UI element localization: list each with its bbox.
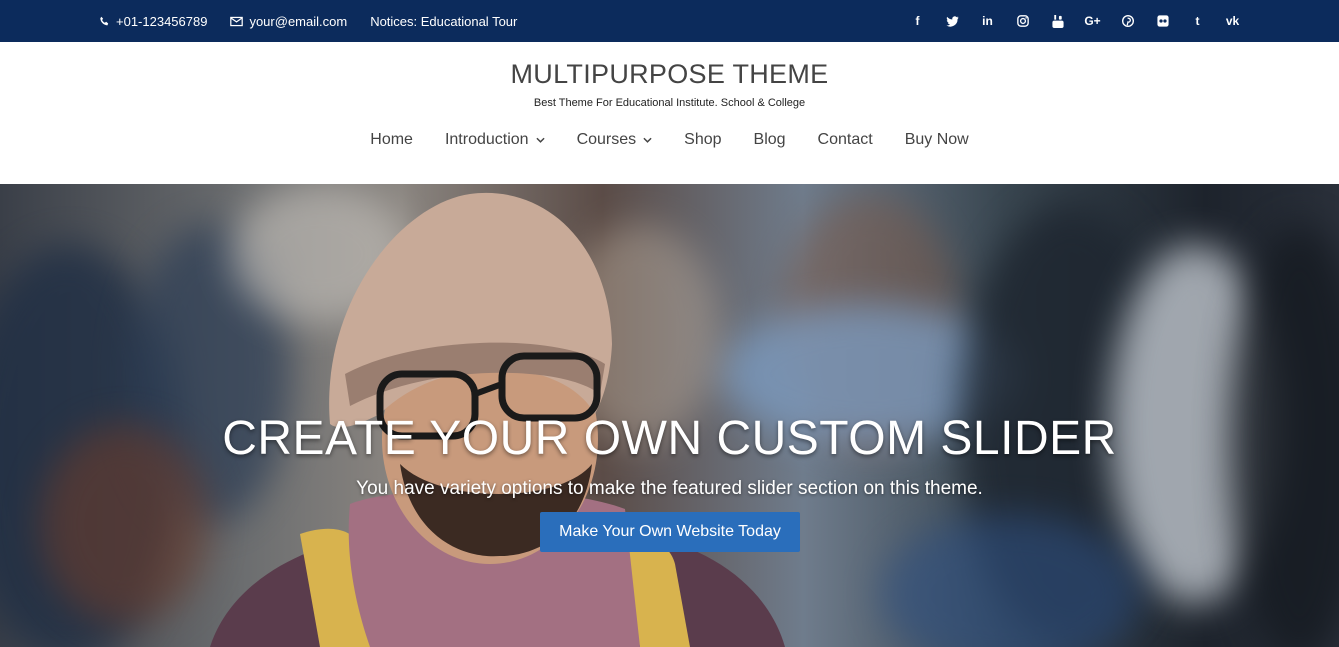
notice-item: Notices: Educational Tour <box>370 14 517 29</box>
facebook-icon[interactable]: f <box>900 0 935 42</box>
nav-item-blog[interactable]: Blog <box>754 131 786 149</box>
nav-item-courses[interactable]: Courses <box>577 131 653 149</box>
nav-item-buy-now[interactable]: Buy Now <box>905 131 969 149</box>
phone-number: +01-123456789 <box>116 13 208 29</box>
google-plus-icon[interactable]: G+ <box>1075 0 1110 42</box>
site-title[interactable]: MULTIPURPOSE THEME <box>0 59 1339 90</box>
chevron-down-icon <box>535 137 545 143</box>
youtube-icon[interactable] <box>1040 0 1075 42</box>
nav-item-home[interactable]: Home <box>370 131 413 149</box>
instagram-icon[interactable] <box>1005 0 1040 42</box>
nav-item-shop[interactable]: Shop <box>684 131 721 149</box>
phone-item[interactable]: +01-123456789 <box>99 14 207 29</box>
hero-slider: CREATE YOUR OWN CUSTOM SLIDER You have v… <box>0 184 1339 647</box>
contact-info: +01-123456789 your@email.com Notices: Ed… <box>99 0 540 42</box>
hero-title: CREATE YOUR OWN CUSTOM SLIDER <box>222 412 1117 465</box>
nav-item-contact[interactable]: Contact <box>818 131 873 149</box>
site-tagline: Best Theme For Educational Institute. Sc… <box>533 97 806 109</box>
nav-item-introduction[interactable]: Introduction <box>445 131 545 149</box>
notice-text: Notices: Educational Tour <box>370 13 518 29</box>
envelope-icon <box>230 16 244 26</box>
hero-subtitle: You have variety options to make the fea… <box>356 478 983 499</box>
twitter-icon[interactable] <box>935 0 970 42</box>
flickr-icon[interactable] <box>1145 0 1180 42</box>
phone-icon <box>100 16 109 25</box>
social-links: f in G+ t vk <box>900 0 1250 42</box>
site-header: MULTIPURPOSE THEME Best Theme For Educat… <box>0 42 1339 184</box>
tumblr-icon[interactable]: t <box>1180 0 1215 42</box>
email-address: your@email.com <box>249 13 348 29</box>
top-bar: +01-123456789 your@email.com Notices: Ed… <box>0 0 1339 42</box>
chevron-down-icon <box>643 137 652 143</box>
pinterest-icon[interactable] <box>1110 0 1145 42</box>
vk-icon[interactable]: vk <box>1215 0 1250 42</box>
main-navigation: Home Introduction Courses Shop Blog Cont… <box>0 131 1339 149</box>
linkedin-icon[interactable]: in <box>970 0 1005 42</box>
email-item[interactable]: your@email.com <box>230 14 347 29</box>
cta-button[interactable]: Make Your Own Website Today <box>540 512 800 552</box>
